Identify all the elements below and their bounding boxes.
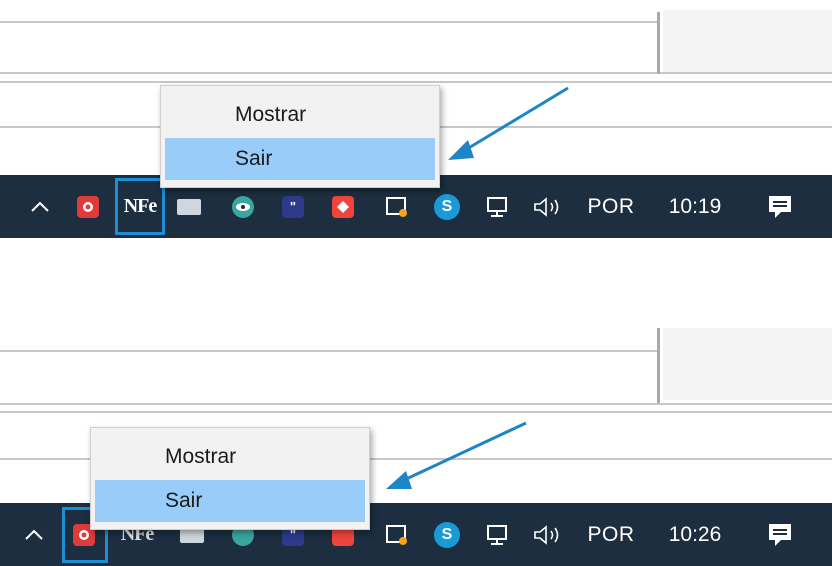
menu-item-sair[interactable]: Sair (95, 480, 365, 522)
show-hidden-icons-chevron-icon[interactable] (18, 503, 50, 566)
clock[interactable]: 10:26 (660, 503, 730, 566)
red-gear-app-icon[interactable] (71, 175, 105, 238)
clock-label: 10:19 (668, 194, 722, 218)
clock[interactable]: 10:19 (660, 175, 730, 238)
language-label: POR (587, 194, 635, 218)
context-menu: Mostrar Sair (90, 427, 370, 530)
network-icon[interactable] (480, 503, 520, 566)
clock-label: 10:26 (668, 522, 722, 546)
menu-item-mostrar[interactable]: Mostrar (95, 436, 365, 478)
language-indicator[interactable]: POR (585, 175, 637, 238)
pointer-arrow (386, 421, 527, 489)
volume-icon[interactable] (530, 503, 572, 566)
highlight-box-nfe (115, 178, 165, 235)
screenshot-top: NFe " S POR 10:19 Mostrar Sair (0, 0, 832, 283)
notification-center-icon[interactable] (760, 175, 800, 238)
context-menu: Mostrar Sair (160, 85, 440, 188)
language-label: POR (587, 522, 635, 546)
menu-item-sair[interactable]: Sair (165, 138, 435, 180)
show-hidden-icons-chevron-icon[interactable] (24, 175, 56, 238)
screenshot-bottom: NFe " S POR 10:26 Mostrar Sair (0, 283, 832, 566)
language-indicator[interactable]: POR (585, 503, 637, 566)
menu-item-label: Mostrar (165, 445, 237, 468)
menu-item-label: Sair (235, 147, 273, 170)
remote-connection-icon[interactable] (380, 503, 414, 566)
notification-center-icon[interactable] (760, 503, 800, 566)
menu-item-label: Mostrar (235, 103, 307, 126)
pointer-arrow (448, 86, 569, 160)
menu-item-mostrar[interactable]: Mostrar (165, 94, 435, 136)
menu-item-label: Sair (165, 489, 203, 512)
skype-icon[interactable]: S (430, 503, 464, 566)
volume-icon[interactable] (530, 175, 572, 238)
network-icon[interactable] (480, 175, 520, 238)
